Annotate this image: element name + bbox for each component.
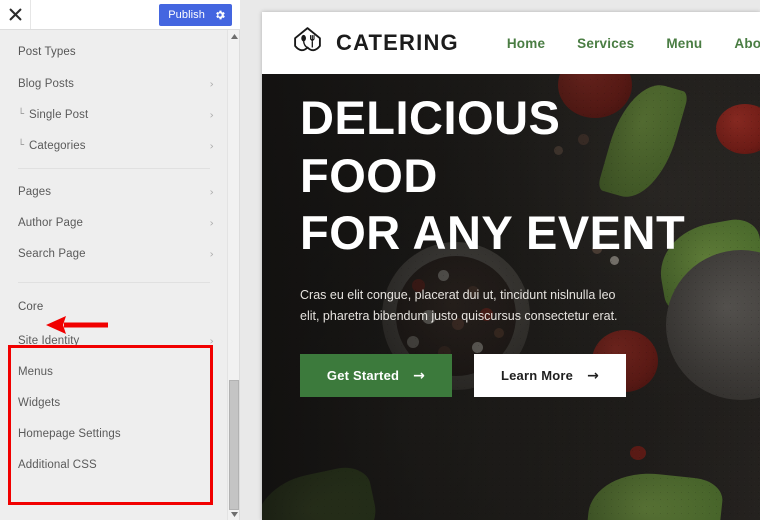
chevron-right-icon: › <box>209 139 214 152</box>
sidebar-item-label: Site Identity <box>18 334 80 347</box>
scroll-down-icon[interactable] <box>228 508 240 520</box>
sidebar-item-label: Categories <box>29 139 86 152</box>
sidebar-item-label: Pages <box>18 185 52 198</box>
sidebar-item-blog-posts[interactable]: Blog Posts › <box>0 68 228 99</box>
sidebar-item-author-page[interactable]: Author Page › <box>0 207 228 238</box>
learn-more-button[interactable]: Learn More → <box>474 354 626 398</box>
chevron-right-icon: › <box>209 334 214 347</box>
sidebar-item-label: Widgets <box>18 396 61 409</box>
chevron-right-icon: › <box>209 365 214 378</box>
section-title-core: Core <box>18 301 44 313</box>
sidebar-item-site-identity[interactable]: Site Identity › <box>0 325 228 356</box>
publish-button-label: Publish <box>168 9 205 21</box>
sidebar-item-label: Homepage Settings <box>18 427 121 440</box>
nav-link-services[interactable]: Services <box>577 36 634 51</box>
site-logo[interactable]: CATERING <box>292 25 459 61</box>
hero-paragraph: Cras eu elit congue, placerat dui ut, ti… <box>300 288 618 323</box>
customizer-panel: Publish Post Types Blog Posts › └ Single… <box>0 0 240 520</box>
sidebar-item-label: Additional CSS <box>18 458 97 471</box>
sidebar-item-label: Blog Posts <box>18 77 74 90</box>
section-title-post-types: Post Types <box>18 46 76 58</box>
site-preview[interactable]: CATERING Home Services Menu About <box>262 12 760 520</box>
sidebar-item-additional-css[interactable]: Additional CSS › <box>0 449 228 480</box>
sidebar-item-single-post[interactable]: └ Single Post › <box>0 99 228 130</box>
chevron-right-icon: › <box>209 427 214 440</box>
nav-link-about[interactable]: About <box>734 36 760 51</box>
nav-link-home[interactable]: Home <box>507 36 545 51</box>
sidebar-item-menus[interactable]: Menus › <box>0 356 228 387</box>
customizer-sections[interactable]: Post Types Blog Posts › └ Single Post › … <box>0 30 228 520</box>
chevron-right-icon: › <box>209 108 214 121</box>
hero-section: DELICIOUS FOOD FOR ANY EVENT Cras eu eli… <box>262 74 760 520</box>
sub-item-marker-icon: └ <box>18 108 25 120</box>
hero-title-line-2: FOOD <box>300 148 438 202</box>
gear-icon[interactable] <box>214 9 226 21</box>
site-header: CATERING Home Services Menu About <box>262 12 760 74</box>
get-started-button-label: Get Started <box>326 368 400 384</box>
get-started-button[interactable]: Get Started → <box>300 354 452 398</box>
sidebar-item-search-page[interactable]: Search Page › <box>0 238 228 269</box>
scrollbar-thumb[interactable] <box>229 380 239 510</box>
sidebar-item-label: Author Page <box>18 216 84 229</box>
chevron-right-icon: › <box>209 77 214 90</box>
chevron-right-icon: › <box>209 458 214 471</box>
site-title: CATERING <box>336 30 459 55</box>
chevron-right-icon: › <box>209 216 214 229</box>
customizer-toolbar: Publish <box>0 0 240 30</box>
arrow-right-icon: → <box>587 367 599 384</box>
panel-scrollbar[interactable] <box>227 30 239 520</box>
hero-button-group: Get Started → Learn More → <box>300 354 740 398</box>
sidebar-item-label: Menus <box>18 365 54 378</box>
sidebar-item-label: Search Page <box>18 247 86 260</box>
sidebar-item-categories[interactable]: └ Categories › <box>0 130 228 161</box>
customizer-screen: Publish Post Types Blog Posts › └ Single… <box>0 0 760 520</box>
sidebar-item-label: Single Post <box>29 108 89 121</box>
hero-content: DELICIOUS FOOD FOR ANY EVENT Cras eu eli… <box>300 91 740 398</box>
nav-link-menu[interactable]: Menu <box>666 36 702 51</box>
sidebar-item-widgets[interactable]: Widgets › <box>0 387 228 418</box>
publish-button[interactable]: Publish <box>159 4 232 26</box>
arrow-right-icon: → <box>413 367 426 384</box>
house-cutlery-logo-icon <box>292 25 323 61</box>
sidebar-item-pages[interactable]: Pages › <box>0 176 228 207</box>
sub-item-marker-icon: └ <box>18 139 25 151</box>
scroll-up-icon[interactable] <box>228 30 240 42</box>
chevron-right-icon: › <box>209 247 214 260</box>
site-navigation[interactable]: Home Services Menu About <box>507 36 760 51</box>
sidebar-item-homepage-settings[interactable]: Homepage Settings › <box>0 418 228 449</box>
chevron-right-icon: › <box>209 185 214 198</box>
hero-title-line-1: DELICIOUS <box>300 91 561 144</box>
chevron-right-icon: › <box>209 396 214 409</box>
hero-title: DELICIOUS FOOD FOR ANY EVENT <box>300 91 740 260</box>
section-divider <box>18 168 210 169</box>
learn-more-button-label: Learn More <box>500 368 574 384</box>
hero-title-line-3: FOR ANY EVENT <box>300 206 686 260</box>
close-icon[interactable] <box>0 0 31 29</box>
